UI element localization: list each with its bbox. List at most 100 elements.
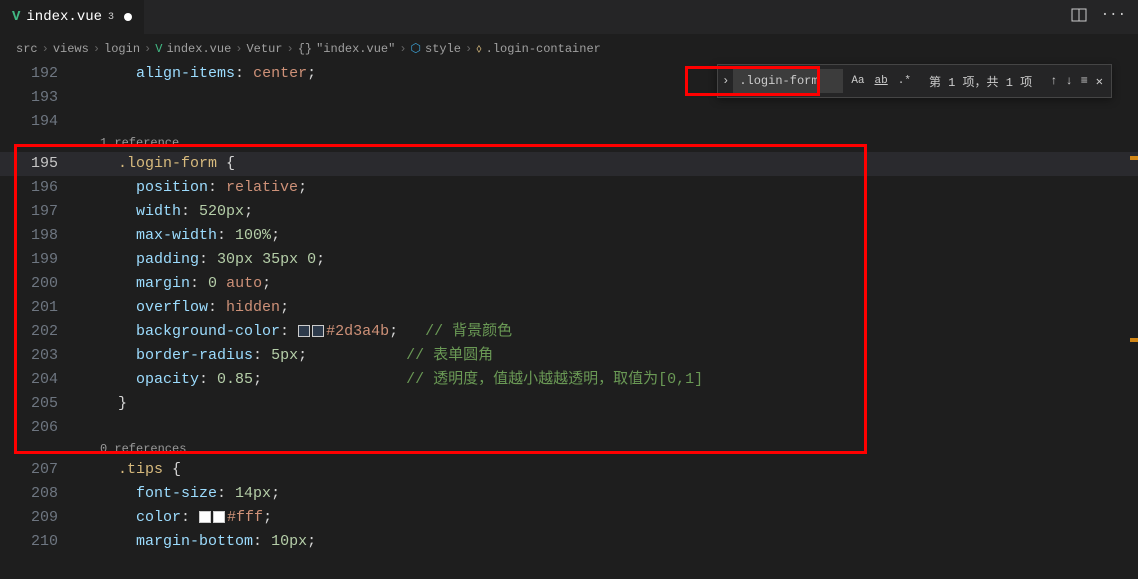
find-prev-icon[interactable]: ↑ (1050, 74, 1057, 89)
breadcrumb-item[interactable]: "index.vue" (316, 42, 395, 56)
tab-bar: V index.vue 3 ··· (0, 0, 1138, 35)
code-line[interactable]: 209 color: #fff; (0, 506, 1138, 530)
regex-button[interactable]: .* (894, 73, 915, 89)
code-line[interactable]: 207 .tips { (0, 458, 1138, 482)
codelens-references[interactable]: 1 reference (0, 134, 1138, 152)
code-content[interactable]: max-width: 100%; (80, 224, 280, 248)
code-line[interactable]: 195 .login-form { (0, 152, 1138, 176)
code-line[interactable]: 201 overflow: hidden; (0, 296, 1138, 320)
color-swatch-icon[interactable] (213, 511, 225, 523)
line-number: 197 (0, 200, 80, 224)
find-in-selection-icon[interactable]: ≡ (1081, 74, 1088, 89)
code-content[interactable]: padding: 30px 35px 0; (80, 248, 325, 272)
breadcrumb-item[interactable]: index.vue (166, 42, 231, 56)
find-results-count: 第 1 项，共 1 项 (919, 73, 1042, 90)
match-whole-word-button[interactable]: ab (871, 73, 892, 89)
code-content[interactable]: border-radius: 5px; // 表单圆角 (80, 344, 493, 368)
overview-ruler[interactable] (1130, 58, 1138, 558)
find-next-icon[interactable]: ↓ (1065, 74, 1072, 89)
code-line[interactable]: 202 background-color: #2d3a4b; // 背景颜色 (0, 320, 1138, 344)
vue-file-icon: V (12, 9, 20, 25)
code-line[interactable]: 206 (0, 416, 1138, 440)
code-line[interactable]: 200 margin: 0 auto; (0, 272, 1138, 296)
line-number: 199 (0, 248, 80, 272)
dirty-indicator-icon (124, 13, 132, 21)
line-number: 210 (0, 530, 80, 554)
find-input[interactable] (733, 69, 843, 93)
code-content[interactable]: color: #fff; (80, 506, 272, 530)
find-options: Aa ab .* (843, 73, 919, 89)
color-swatch-icon[interactable] (298, 325, 310, 337)
find-close-icon[interactable]: ✕ (1096, 74, 1103, 89)
line-number: 209 (0, 506, 80, 530)
breadcrumb-item[interactable]: Vetur (246, 42, 282, 56)
line-number: 201 (0, 296, 80, 320)
chevron-right-icon: › (235, 42, 242, 56)
color-swatch-icon[interactable] (312, 325, 324, 337)
style-icon: ⬡ (411, 41, 421, 56)
code-line[interactable]: 208 font-size: 14px; (0, 482, 1138, 506)
code-content[interactable]: margin-bottom: 10px; (80, 530, 316, 554)
overview-mark (1130, 338, 1138, 342)
breadcrumb-item[interactable]: login (104, 42, 140, 56)
tab-filename: index.vue (26, 9, 102, 25)
split-editor-icon[interactable] (1071, 7, 1087, 28)
codelens-references[interactable]: 0 references (0, 440, 1138, 458)
code-content[interactable]: .login-form { (80, 152, 235, 176)
code-content[interactable]: } (80, 392, 127, 416)
line-number: 203 (0, 344, 80, 368)
line-number: 200 (0, 272, 80, 296)
code-content[interactable]: overflow: hidden; (80, 296, 289, 320)
code-line[interactable]: 196 position: relative; (0, 176, 1138, 200)
vue-file-icon: V (155, 42, 162, 56)
tab-actions: ··· (1071, 7, 1138, 28)
code-line[interactable]: 205 } (0, 392, 1138, 416)
code-line[interactable]: 197 width: 520px; (0, 200, 1138, 224)
chevron-right-icon: › (465, 42, 472, 56)
code-line[interactable]: 204 opacity: 0.85; // 透明度，值越小越越透明，取值为[0,… (0, 368, 1138, 392)
code-content[interactable]: width: 520px; (80, 200, 253, 224)
line-number: 196 (0, 176, 80, 200)
line-number: 195 (0, 152, 80, 176)
line-number: 194 (0, 110, 80, 134)
line-number: 207 (0, 458, 80, 482)
line-number: 202 (0, 320, 80, 344)
breadcrumb-item[interactable]: style (425, 42, 461, 56)
chevron-right-icon: › (399, 42, 406, 56)
color-swatch-icon[interactable] (199, 511, 211, 523)
chevron-right-icon: › (286, 42, 293, 56)
breadcrumb-item[interactable]: .login-container (486, 42, 601, 56)
line-number: 208 (0, 482, 80, 506)
code-line[interactable]: 199 padding: 30px 35px 0; (0, 248, 1138, 272)
breadcrumb-item[interactable]: src (16, 42, 38, 56)
code-content[interactable]: opacity: 0.85; // 透明度，值越小越越透明，取值为[0,1] (80, 368, 703, 392)
find-toggle-replace-icon[interactable]: › (718, 74, 733, 88)
code-content[interactable]: .tips { (80, 458, 181, 482)
line-number: 193 (0, 86, 80, 110)
breadcrumb-item[interactable]: views (53, 42, 89, 56)
breadcrumb[interactable]: src › views › login › V index.vue › Vetur › {… (0, 35, 1138, 62)
code-content[interactable]: margin: 0 auto; (80, 272, 271, 296)
more-actions-icon[interactable]: ··· (1101, 7, 1126, 28)
code-line[interactable]: 198 max-width: 100%; (0, 224, 1138, 248)
code-editor[interactable]: 192 align-items: center;1931941 referenc… (0, 62, 1138, 554)
code-line[interactable]: 203 border-radius: 5px; // 表单圆角 (0, 344, 1138, 368)
find-widget: › Aa ab .* 第 1 项，共 1 项 ↑ ↓ ≡ ✕ (717, 64, 1112, 98)
code-content[interactable]: font-size: 14px; (80, 482, 280, 506)
css-class-icon: ⬨ (476, 42, 481, 56)
chevron-right-icon: › (144, 42, 151, 56)
find-nav: ↑ ↓ ≡ ✕ (1042, 74, 1111, 89)
code-line[interactable]: 194 (0, 110, 1138, 134)
match-case-button[interactable]: Aa (847, 73, 868, 89)
line-number: 206 (0, 416, 80, 440)
line-number: 198 (0, 224, 80, 248)
line-number: 205 (0, 392, 80, 416)
tab-active[interactable]: V index.vue 3 (0, 0, 144, 35)
code-line[interactable]: 210 margin-bottom: 10px; (0, 530, 1138, 554)
line-number: 192 (0, 62, 80, 86)
code-content[interactable]: background-color: #2d3a4b; // 背景颜色 (80, 320, 512, 344)
chevron-right-icon: › (42, 42, 49, 56)
code-content[interactable]: align-items: center; (80, 62, 316, 86)
code-content[interactable]: position: relative; (80, 176, 307, 200)
object-icon: {} (298, 42, 312, 56)
